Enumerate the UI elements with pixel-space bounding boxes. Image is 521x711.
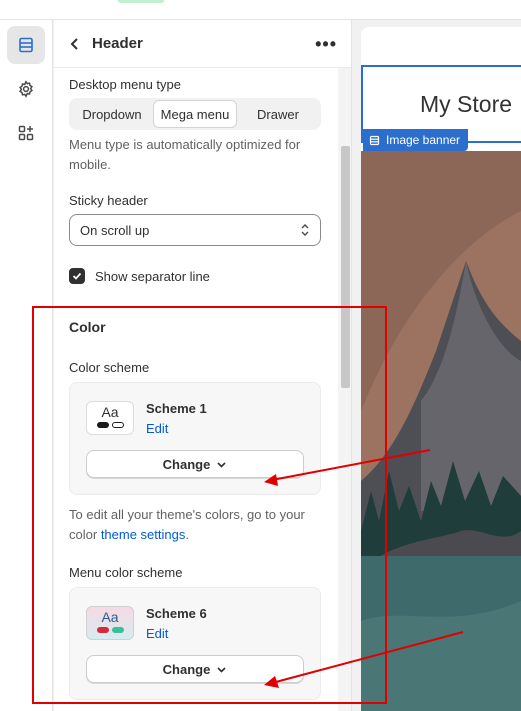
desktop-menu-type-label: Desktop menu type	[69, 77, 182, 92]
panel-content: Desktop menu type Dropdown Mega menu Dra…	[69, 68, 321, 700]
settings-panel: Header ••• Desktop menu type Dropdown Me…	[54, 20, 352, 711]
scheme-6-edit-link[interactable]: Edit	[146, 626, 207, 641]
settings-gear-icon	[19, 80, 33, 98]
image-banner-label: Image banner	[386, 133, 461, 147]
separator-checkbox[interactable]	[69, 268, 85, 284]
sticky-header-label: Sticky header	[69, 193, 148, 208]
scheme-1-name: Scheme 1	[146, 401, 207, 416]
separator-label: Show separator line	[95, 268, 210, 284]
sections-icon	[369, 135, 380, 145]
chevron-down-icon	[217, 666, 226, 673]
color-scheme-label: Color scheme	[69, 360, 150, 375]
chevron-down-icon	[217, 461, 226, 468]
color-scheme-card: Aa Scheme 1 Edit Change	[69, 382, 321, 495]
panel-title: Header	[92, 35, 143, 52]
sections-icon	[19, 37, 33, 53]
scrollbar-thumb[interactable]	[341, 146, 350, 388]
panel-header: Header •••	[54, 20, 351, 68]
scheme-1-edit-link[interactable]: Edit	[146, 421, 207, 436]
menu-type-mega-menu[interactable]: Mega menu	[153, 100, 237, 128]
menu-color-scheme-label: Menu color scheme	[69, 565, 183, 580]
panel-scrollbar[interactable]	[338, 68, 351, 711]
store-name: My Store	[420, 90, 513, 117]
scheme-6-swatch: Aa	[86, 606, 134, 640]
image-banner[interactable]	[361, 151, 521, 711]
scheme-6-name: Scheme 6	[146, 606, 207, 621]
menu-color-scheme-change-button[interactable]: Change	[86, 655, 304, 683]
apps-icon	[18, 125, 34, 141]
more-horizontal-icon[interactable]: •••	[315, 35, 337, 53]
sticky-header-value: On scroll up	[80, 222, 150, 238]
chevron-left-icon[interactable]	[68, 37, 82, 51]
theme-colors-help: To edit all your theme's colors, go to y…	[69, 507, 305, 542]
menu-type-dropdown[interactable]: Dropdown	[71, 100, 153, 128]
image-banner-tag[interactable]: Image banner	[363, 129, 469, 151]
change-button-label: Change	[162, 456, 211, 472]
checkmark-icon	[72, 272, 82, 280]
top-bar	[0, 0, 521, 20]
separator-checkbox-row[interactable]: Show separator line	[69, 268, 321, 284]
select-arrows-icon	[301, 224, 309, 236]
scheme-1-swatch: Aa	[86, 401, 134, 435]
menu-color-scheme-card: Aa Scheme 6 Edit Change	[69, 587, 321, 700]
menu-type-help: Menu type is automatically optimized for…	[69, 137, 301, 172]
sticky-header-select[interactable]: On scroll up	[69, 214, 321, 246]
sections-button[interactable]	[7, 26, 45, 64]
theme-settings-link[interactable]: theme settings	[101, 527, 186, 542]
menu-type-drawer[interactable]: Drawer	[237, 100, 319, 128]
change-button-label: Change	[162, 661, 211, 677]
left-rail	[0, 20, 53, 711]
theme-settings-button[interactable]	[7, 70, 45, 108]
color-section-title: Color	[69, 319, 106, 335]
color-scheme-change-button[interactable]: Change	[86, 450, 304, 478]
store-preview: My Store Image banner	[361, 27, 521, 711]
top-indicator	[118, 0, 164, 3]
apps-button[interactable]	[7, 114, 45, 152]
menu-type-segmented-control: Dropdown Mega menu Drawer	[69, 98, 321, 130]
